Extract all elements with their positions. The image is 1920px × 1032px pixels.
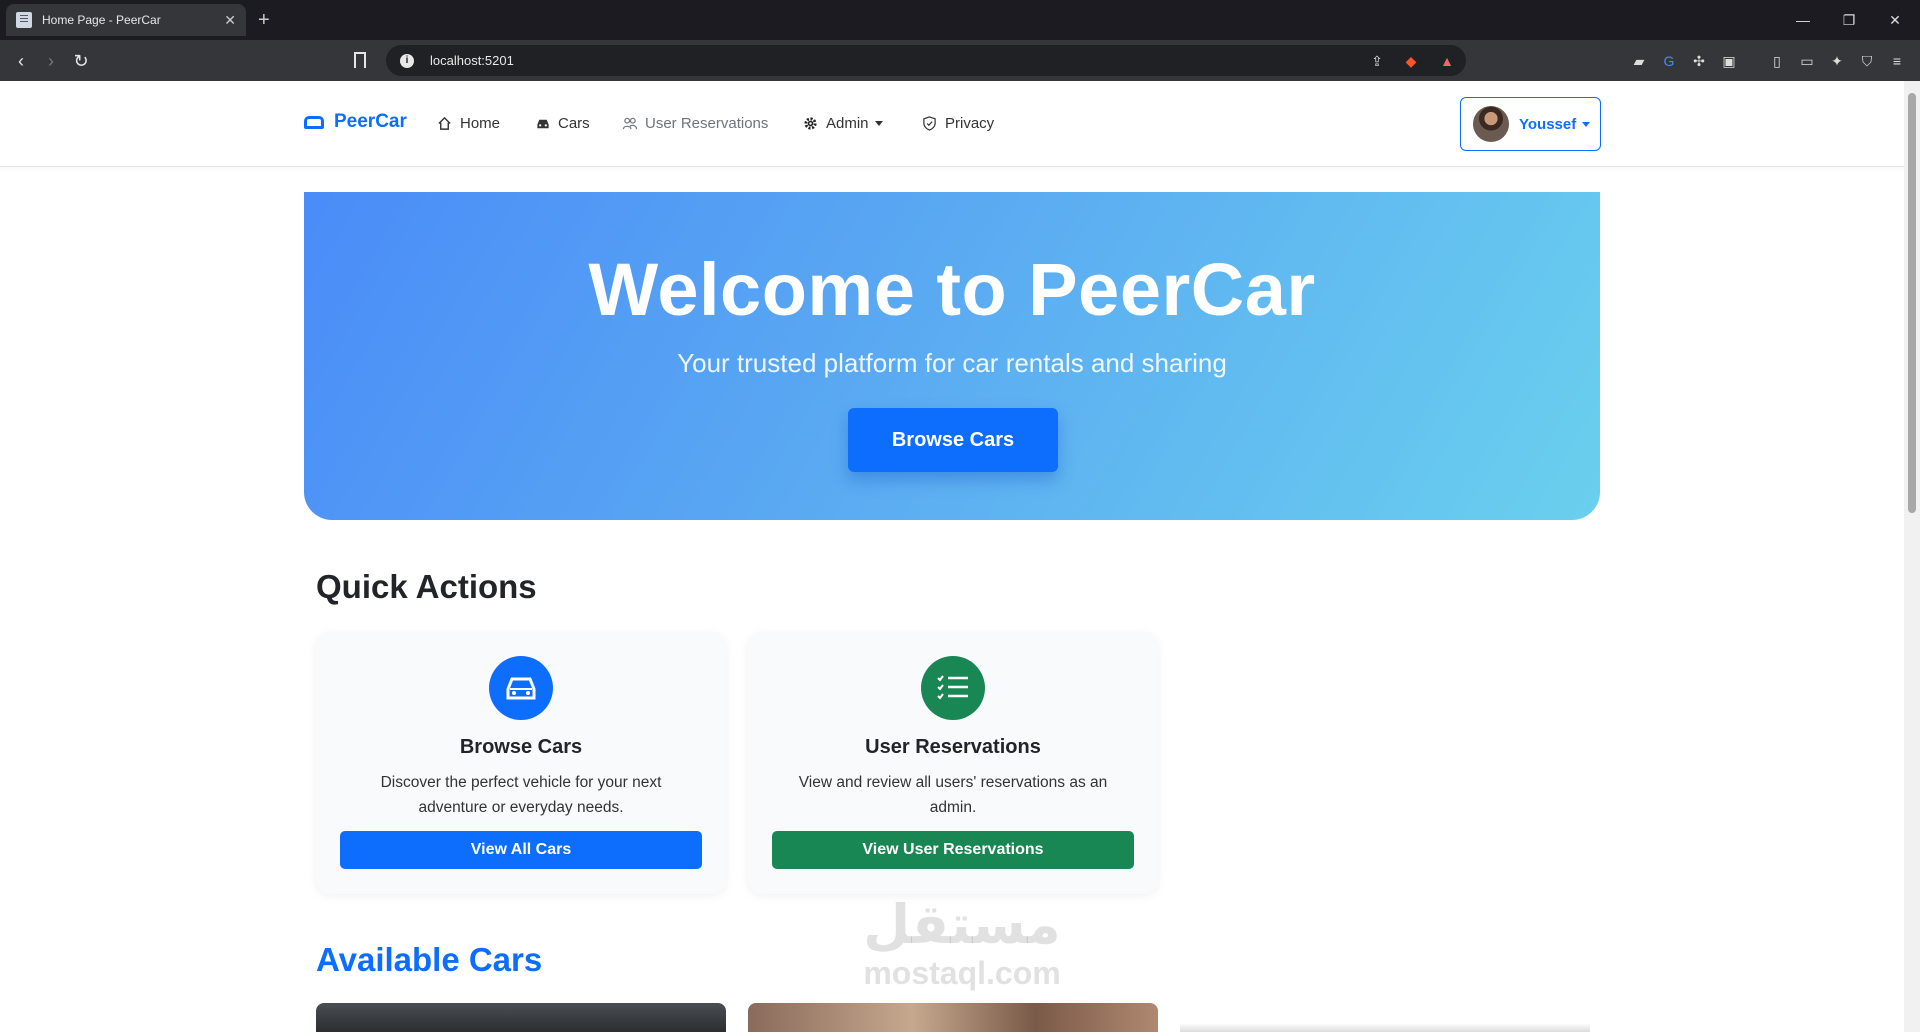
car-icon (489, 656, 553, 720)
close-window-icon[interactable]: ✕ (1872, 6, 1918, 34)
nav-privacy-label: Privacy (945, 115, 995, 132)
nav-user-reservations-label: User Reservations (645, 115, 769, 132)
nav-cars-label: Cars (558, 115, 590, 132)
minimize-icon[interactable]: — (1780, 6, 1826, 34)
user-reservations-card: User Reservations View and review all us… (748, 632, 1158, 894)
watermark-arabic: مستقل (863, 893, 1061, 956)
available-cars-title: Available Cars (316, 941, 543, 978)
extension-icon-1[interactable]: ▰ (1630, 52, 1648, 70)
nav-home-label: Home (460, 115, 501, 132)
nav-privacy[interactable]: Privacy (922, 115, 994, 132)
new-tab-icon[interactable]: + (258, 8, 270, 32)
brave-rewards-icon[interactable]: ▲ (1438, 52, 1456, 70)
nav-admin-label: Admin (826, 115, 869, 132)
list-check-icon (921, 656, 985, 720)
scrollbar-thumb[interactable] (1908, 93, 1916, 513)
address-bar[interactable]: i localhost:5201 (386, 45, 1466, 76)
tab-title: Home Page - PeerCar (42, 13, 161, 27)
tab-search-icon[interactable]: ▣ (1720, 52, 1738, 70)
chevron-down-icon (874, 121, 883, 126)
close-tab-icon[interactable]: ✕ (224, 12, 236, 29)
people-icon (622, 116, 638, 131)
browse-cars-button[interactable]: Browse Cars (848, 408, 1058, 472)
site-navbar: PeerCar Home Cars User Reservations Admi… (0, 81, 1904, 167)
avatar (1473, 106, 1509, 142)
house-icon (437, 116, 452, 131)
chevron-down-icon (1582, 121, 1591, 127)
view-all-cars-button[interactable]: View All Cars (340, 831, 702, 869)
hero-subtitle: Your trusted platform for car rentals an… (677, 348, 1227, 378)
watermark: مستقل mostaql.com (842, 893, 1082, 992)
user-menu-button[interactable]: Youssef (1460, 97, 1601, 151)
sidebar-icon[interactable]: ▯ (1768, 52, 1786, 70)
shield-icon (922, 116, 937, 131)
card-title: Browse Cars (459, 736, 583, 758)
reload-icon[interactable]: ↻ (66, 46, 96, 76)
page-favicon-icon (16, 12, 32, 28)
card-description: Discover the perfect vehicle for your ne… (380, 774, 662, 816)
quick-actions-title: Quick Actions (316, 568, 537, 605)
site-info-icon[interactable]: i (400, 53, 414, 68)
back-icon[interactable]: ‹ (6, 46, 36, 76)
brand-link[interactable]: PeerCar (304, 111, 407, 133)
menu-icon[interactable]: ≡ (1888, 52, 1906, 70)
url-text: localhost:5201 (430, 53, 514, 68)
grammar-extension-icon[interactable]: G (1660, 52, 1678, 70)
browse-cars-card: Browse Cars Discover the perfect vehicle… (316, 632, 726, 894)
browser-tabbar: Home Page - PeerCar ✕ + — ❐ ✕ (0, 0, 1920, 40)
watermark-latin: mostaql.com (863, 955, 1061, 991)
hero-banner: Welcome to PeerCar Your trusted platform… (304, 192, 1600, 520)
gear-icon (803, 116, 818, 131)
brave-shield-icon[interactable]: ◆ (1402, 52, 1420, 70)
vpn-icon[interactable]: ⛉ (1858, 52, 1876, 70)
forward-icon[interactable]: › (36, 46, 66, 76)
car-image[interactable] (748, 1003, 1158, 1032)
brand-name: PeerCar (334, 111, 407, 132)
car-icon (535, 116, 550, 131)
restore-icon[interactable]: ❐ (1826, 6, 1872, 34)
wallet-icon[interactable]: ▭ (1798, 52, 1816, 70)
car-icon (304, 115, 324, 129)
card-title: User Reservations (865, 736, 1041, 758)
car-image[interactable] (316, 1003, 726, 1032)
page-scrollbar[interactable] (1904, 81, 1920, 1032)
nav-user-reservations[interactable]: User Reservations (622, 115, 768, 132)
hero-title: Welcome to PeerCar (588, 248, 1316, 331)
card-description: View and review all users' reservations … (798, 774, 1108, 816)
view-user-reservations-button[interactable]: View User Reservations (772, 831, 1134, 869)
leo-ai-icon[interactable]: ✦ (1828, 52, 1846, 70)
browser-tab[interactable]: Home Page - PeerCar ✕ (6, 4, 246, 36)
extensions-puzzle-icon[interactable]: ✣ (1690, 52, 1708, 70)
nav-cars[interactable]: Cars (535, 115, 590, 132)
car-image[interactable] (1180, 1003, 1590, 1032)
browser-toolbar: ‹ › ↻ i localhost:5201 ⇪ ◆ ▲ ▰ G ✣ ▣ ▯ ▭… (0, 40, 1920, 81)
user-name: Youssef (1519, 115, 1577, 133)
nav-admin-dropdown[interactable]: Admin (803, 115, 883, 132)
share-icon[interactable]: ⇪ (1368, 52, 1386, 70)
bookmark-icon[interactable] (354, 52, 366, 68)
nav-home[interactable]: Home (437, 115, 500, 132)
